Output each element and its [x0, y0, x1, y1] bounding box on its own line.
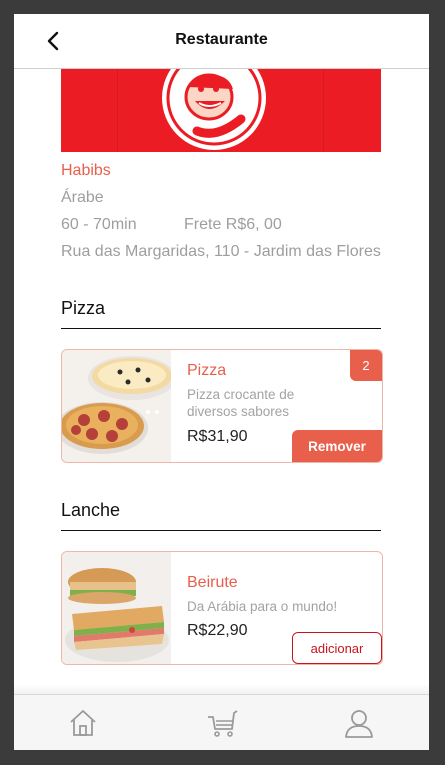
remove-button[interactable]: Remover [292, 430, 382, 462]
delivery-fee: Frete R$6, 00 [184, 216, 282, 233]
item-price: R$31,90 [187, 428, 248, 445]
page-title: Restaurante [175, 31, 268, 48]
scroll-fade [14, 684, 429, 694]
menu-item-card-pizza[interactable]: Pizza Pizza crocante de diversos sabores… [61, 349, 383, 463]
item-price: R$22,90 [187, 622, 248, 639]
item-description: Da Arábia para o mundo! [187, 599, 338, 614]
cart-icon [208, 710, 238, 737]
app-screen: Restaurante Habibs Árabe 60 - 70min Fret… [14, 14, 429, 750]
home-icon [70, 710, 96, 736]
item-name: Beirute [187, 574, 238, 591]
restaurant-category: Árabe [61, 189, 104, 206]
pizza-image [62, 350, 171, 462]
quantity-badge: 2 [350, 350, 382, 381]
sandwich-image [62, 552, 171, 664]
add-button[interactable]: adicionar [292, 632, 382, 664]
section-divider [61, 328, 381, 329]
restaurant-banner [61, 69, 381, 152]
tab-cart[interactable] [206, 707, 238, 739]
tab-profile[interactable] [343, 707, 375, 739]
tab-home[interactable] [67, 707, 99, 739]
menu-item-card-beirute[interactable]: Beirute Da Arábia para o mundo! R$22,90 … [61, 551, 383, 665]
delivery-time: 60 - 70min [61, 216, 137, 233]
item-name: Pizza [187, 362, 227, 379]
user-icon [345, 710, 373, 738]
restaurant-name: Habibs [61, 162, 111, 179]
habibs-logo [162, 69, 266, 150]
bottom-tab-bar [14, 694, 429, 750]
section-title-lanche: Lanche [61, 500, 121, 520]
header-bar: Restaurante [14, 14, 429, 69]
restaurant-address: Rua das Margaridas, 110 - Jardim das Flo… [61, 243, 381, 260]
section-divider [61, 530, 381, 531]
section-title-pizza: Pizza [61, 298, 106, 318]
item-description: Pizza crocante de diversos sabores [187, 387, 295, 419]
